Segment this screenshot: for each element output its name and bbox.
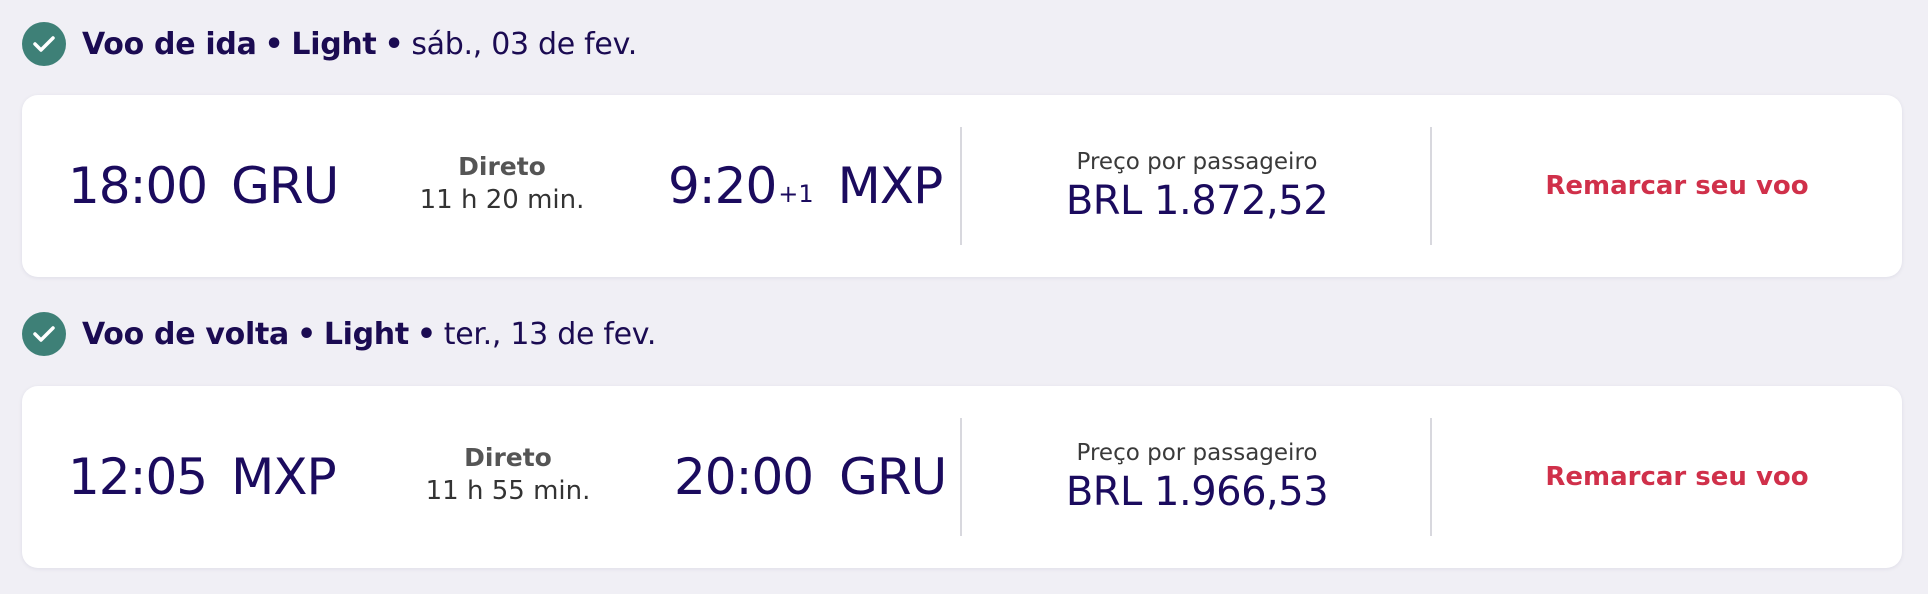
rebook-area: Remarcar seu voo <box>1452 386 1902 568</box>
departure-airport-code: MXP <box>231 448 337 506</box>
arrival-info: 20:00 GRU <box>674 386 947 568</box>
return-header-text: Voo de volta • Light • ter., 13 de fev. <box>82 317 656 352</box>
departure-time: 18:00 <box>68 157 208 215</box>
departure-info: 18:00 GRU <box>68 95 339 277</box>
separator: • <box>416 316 436 352</box>
divider <box>1430 418 1432 536</box>
fare-type: Light <box>323 316 409 352</box>
price-label: Preço por passageiro <box>1076 440 1318 466</box>
rebook-flight-button[interactable]: Remarcar seu voo <box>1545 462 1808 492</box>
divider <box>1430 127 1432 245</box>
price-block: Preço por passageiro BRL 1.872,52 <box>1022 147 1372 225</box>
price-value: BRL 1.966,53 <box>1065 469 1329 515</box>
departure-airport-code: GRU <box>231 157 339 215</box>
stops-label: Direto <box>458 152 546 181</box>
arrival-airport-code: GRU <box>839 448 947 506</box>
arrival-info: 9:20 +1 MXP <box>668 95 944 277</box>
check-circle-icon <box>22 312 66 356</box>
separator: • <box>296 316 316 352</box>
flight-stops: Direto 11 h 55 min. <box>398 442 618 508</box>
arrival-day-offset: +1 <box>778 180 814 208</box>
departure-time: 12:05 <box>68 448 208 506</box>
divider <box>960 127 962 245</box>
fare-type: Light <box>291 26 377 62</box>
outbound-header-text: Voo de ida • Light • sáb., 03 de fev. <box>82 27 637 62</box>
check-circle-icon <box>22 22 66 66</box>
stops-label: Direto <box>464 443 552 472</box>
flight-duration: 11 h 20 min. <box>419 185 585 215</box>
price-value: BRL 1.872,52 <box>1065 178 1329 224</box>
arrival-time: 20:00 <box>674 448 814 506</box>
rebook-flight-button[interactable]: Remarcar seu voo <box>1545 171 1808 201</box>
flight-duration: 11 h 55 min. <box>425 476 591 506</box>
flight-date: ter., 13 de fev. <box>443 316 657 352</box>
arrival-time: 9:20 <box>668 157 777 215</box>
outbound-flight-card: 18:00 GRU Direto 11 h 20 min. 9:20 +1 MXP… <box>22 95 1902 277</box>
flight-date: sáb., 03 de fev. <box>411 26 637 62</box>
separator: • <box>264 26 284 62</box>
separator: • <box>384 26 404 62</box>
price-label: Preço por passageiro <box>1076 149 1318 175</box>
divider <box>960 418 962 536</box>
rebook-area: Remarcar seu voo <box>1452 95 1902 277</box>
segment-title: Voo de volta <box>82 316 289 352</box>
return-flight-card: 12:05 MXP Direto 11 h 55 min. 20:00 GRU … <box>22 386 1902 568</box>
departure-info: 12:05 MXP <box>68 386 337 568</box>
segment-title: Voo de ida <box>82 26 257 62</box>
flight-stops: Direto 11 h 20 min. <box>392 151 612 217</box>
arrival-airport-code: MXP <box>837 157 944 215</box>
outbound-header: Voo de ida • Light • sáb., 03 de fev. <box>22 22 637 66</box>
return-header: Voo de volta • Light • ter., 13 de fev. <box>22 312 656 356</box>
price-block: Preço por passageiro BRL 1.966,53 <box>1022 438 1372 516</box>
